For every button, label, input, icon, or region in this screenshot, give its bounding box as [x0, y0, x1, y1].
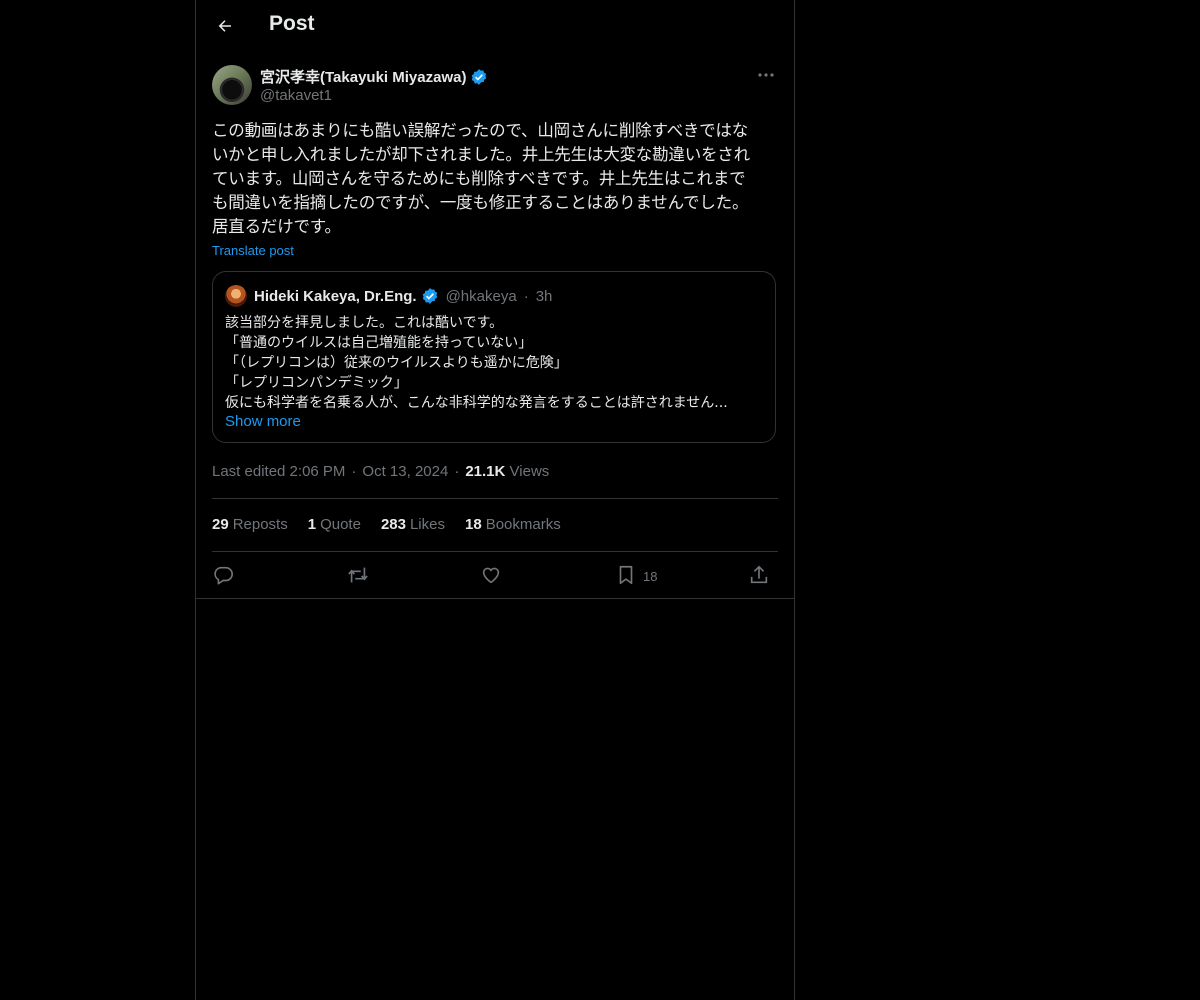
likes-label: Likes: [409, 516, 445, 533]
divider: [212, 551, 778, 552]
quoted-text-line: 「（レプリコンは）従来のウイルスよりも遥かに危険」: [225, 355, 568, 371]
quoted-post[interactable]: Hideki Kakeya, Dr.Eng. @hkakeya · 3h 該当部…: [212, 271, 776, 443]
quoted-text-line: 「レプリコンパンデミック」: [225, 375, 408, 391]
more-button[interactable]: [754, 65, 778, 85]
quoted-timestamp[interactable]: 3h: [536, 288, 553, 305]
separator-dot: ·: [523, 287, 529, 305]
post-author: 宮沢孝幸(Takayuki Miyazawa) @takavet1: [212, 65, 778, 107]
post-text: この動画はあまりにも酷い誤解だったので、山岡さんに削除すべきではな いかと申し入…: [212, 119, 780, 239]
quoted-text-line: 該当部分を拝見しました。これは酷いです。: [225, 315, 504, 331]
bookmarks-count: 18: [465, 516, 482, 533]
like-icon: [480, 564, 502, 586]
post-meta: Last edited 2:06 PM · Oct 13, 2024 · 21.1K V…: [212, 463, 549, 480]
back-button[interactable]: [212, 13, 238, 39]
quoted-avatar[interactable]: [225, 285, 247, 307]
quote-label: Quote: [320, 516, 361, 533]
engagement-stats: 29 Reposts 1 Quote 283 Likes 18 Bookmarks: [212, 516, 561, 533]
quoted-author-name[interactable]: Hideki Kakeya, Dr.Eng.: [254, 288, 417, 305]
bookmark-button[interactable]: 18: [615, 562, 657, 588]
post-text-line: も間違いを指摘したのですが、一度も修正することはありませんでした。: [212, 193, 749, 212]
page-header: Post: [196, 0, 794, 53]
quoted-post-text: 該当部分を拝見しました。これは酷いです。 「普通のウイルスは自己増殖能を持ってい…: [225, 313, 767, 413]
edited-time[interactable]: Last edited 2:06 PM: [212, 463, 345, 480]
action-bar: 18: [212, 562, 778, 588]
back-arrow-icon: [216, 17, 234, 35]
quoted-post-header: Hideki Kakeya, Dr.Eng. @hkakeya · 3h: [225, 285, 552, 307]
quote-count: 1: [307, 516, 317, 533]
page-title: Post: [269, 12, 315, 35]
reposts-stat[interactable]: 29 Reposts: [212, 516, 288, 533]
post-bottom-border: [196, 598, 794, 599]
likes-stat[interactable]: 283 Likes: [381, 516, 445, 533]
quoted-text-line: 仮にも科学者を名乗る人が、こんな非科学的な発言をすることは許されません...: [225, 395, 728, 411]
post-text-line: いかと申し入れましたが却下されました。井上先生は大変な勘違いをされ: [212, 145, 750, 164]
share-button[interactable]: [748, 562, 770, 588]
bookmark-count: 18: [643, 569, 658, 584]
bookmarks-stat[interactable]: 18 Bookmarks: [465, 516, 561, 533]
views-count: 21.1K: [465, 463, 506, 480]
author-name[interactable]: 宮沢孝幸(Takayuki Miyazawa): [260, 66, 466, 87]
like-button[interactable]: [480, 562, 502, 588]
reposts-label: Reposts: [232, 516, 288, 533]
repost-icon: [346, 564, 370, 586]
avatar[interactable]: [212, 65, 252, 105]
repost-button[interactable]: [346, 562, 370, 588]
reposts-count: 29: [212, 516, 229, 533]
separator-dot: ·: [351, 463, 357, 480]
timeline-column: Post 宮沢孝幸(Takayuki Miyazawa) @takavet1 こ…: [195, 0, 795, 1000]
author-name-row[interactable]: 宮沢孝幸(Takayuki Miyazawa): [260, 66, 488, 87]
verified-badge-icon: [421, 287, 439, 305]
post-text-line: ています。山岡さんを守るためにも削除すべきです。井上先生はこれまで: [212, 169, 746, 188]
show-more-link[interactable]: Show more: [225, 413, 301, 430]
bookmark-icon: [615, 564, 637, 586]
views-label: Views: [509, 463, 550, 480]
translate-post-link[interactable]: Translate post: [212, 243, 294, 258]
bookmarks-label: Bookmarks: [485, 516, 561, 533]
post-text-line: この動画はあまりにも酷い誤解だったので、山岡さんに削除すべきではな: [212, 121, 749, 140]
more-icon: [758, 73, 774, 77]
reply-button[interactable]: [212, 562, 234, 588]
quoted-text-line: 「普通のウイルスは自己増殖能を持っていない」: [225, 335, 533, 351]
post-text-line: 居直るだけです。: [212, 217, 341, 236]
post-date[interactable]: Oct 13, 2024: [362, 463, 448, 480]
share-icon: [748, 564, 770, 586]
quotes-stat[interactable]: 1 Quote: [308, 516, 361, 533]
quoted-author-handle[interactable]: @hkakeya: [446, 288, 517, 305]
reply-icon: [212, 564, 234, 586]
likes-count: 283: [380, 516, 406, 533]
divider: [212, 498, 778, 499]
author-handle[interactable]: @takavet1: [260, 87, 332, 104]
verified-badge-icon: [470, 68, 488, 86]
separator-dot: ·: [454, 463, 460, 480]
